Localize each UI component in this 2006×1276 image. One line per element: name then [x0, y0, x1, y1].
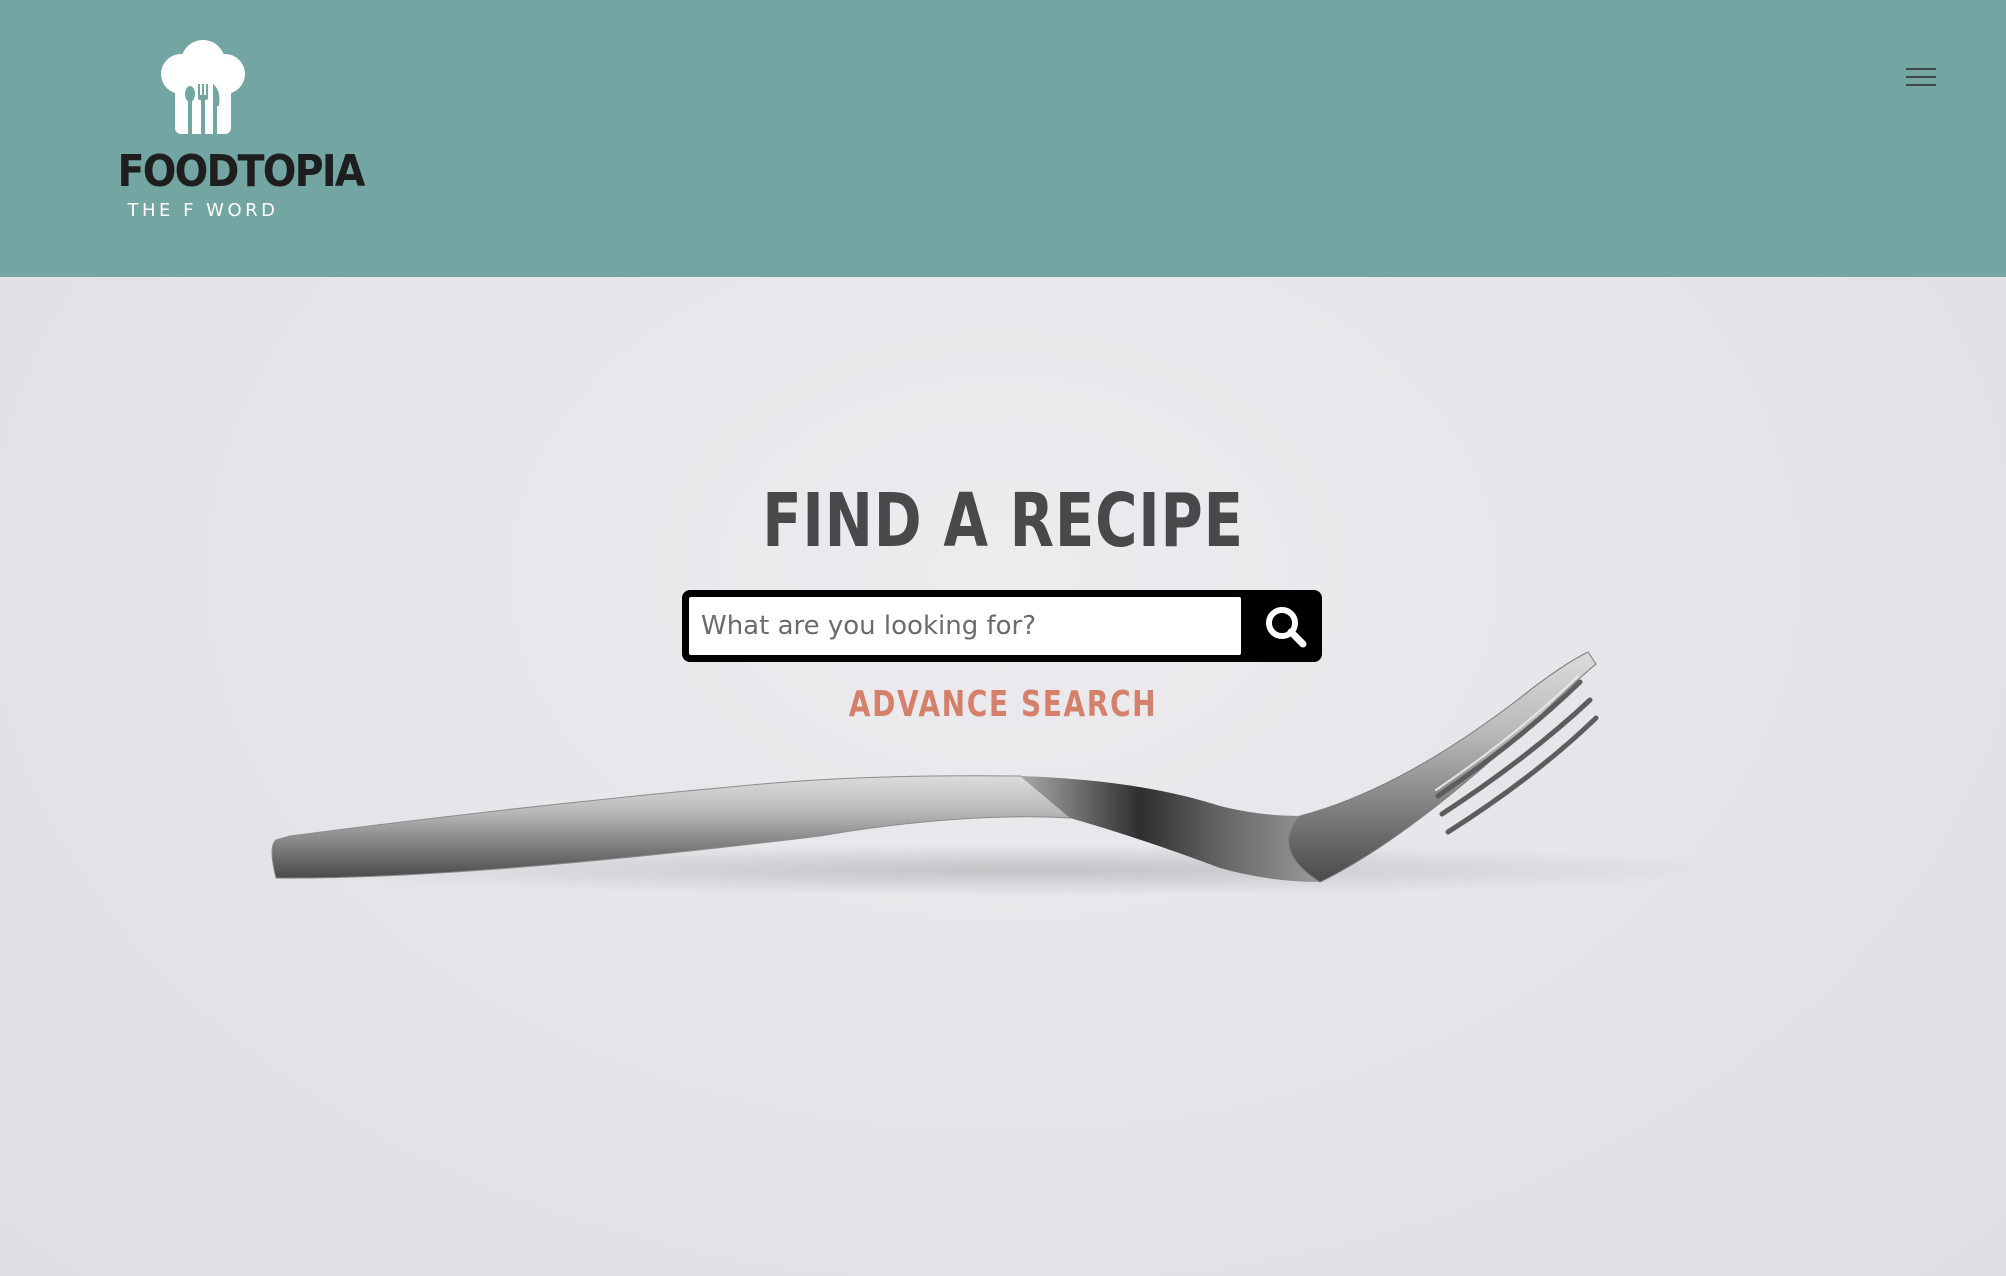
search-button[interactable] — [1248, 590, 1322, 662]
hamburger-menu-icon[interactable] — [1902, 62, 1940, 92]
logo[interactable]: FOODTOPIA THE F WORD — [108, 40, 366, 222]
logo-tagline: THE F WORD — [127, 200, 279, 221]
page-title: FIND A RECIPE — [762, 478, 1244, 564]
advance-search-link[interactable]: ADVANCE SEARCH — [221, 684, 1786, 725]
search-bar — [682, 590, 1322, 662]
search-input[interactable] — [689, 597, 1241, 655]
site-header: FOODTOPIA THE F WORD — [0, 0, 2006, 277]
chef-hat-icon — [161, 40, 245, 134]
search-icon — [1266, 607, 1307, 648]
logo-name: FOODTOPIA — [117, 146, 366, 197]
page: FOODTOPIA THE F WORD FIND A RECIPE What … — [0, 0, 2006, 1276]
